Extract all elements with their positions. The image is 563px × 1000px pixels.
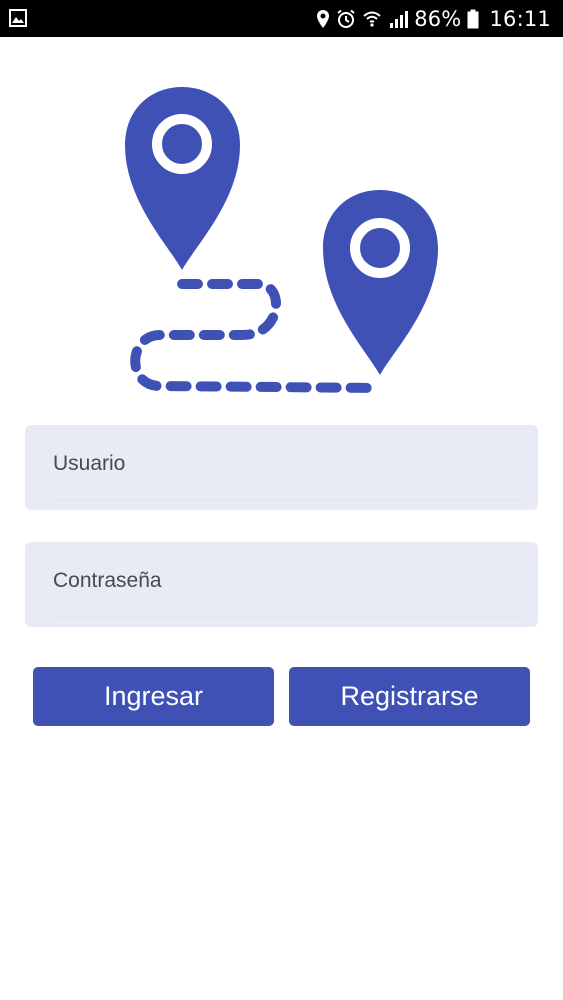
- wifi-icon: [363, 11, 381, 27]
- location-icon: [317, 9, 330, 28]
- password-field[interactable]: [25, 542, 538, 627]
- username-underline: [53, 500, 524, 501]
- status-bar: 86% 16:11: [0, 0, 563, 37]
- signal-icon: [390, 10, 409, 28]
- pin-right-icon: [323, 190, 438, 375]
- alarm-icon: [337, 9, 355, 28]
- image-icon: [9, 9, 27, 27]
- route-map-icon: [125, 87, 438, 393]
- password-underline: [53, 617, 524, 618]
- username-input[interactable]: [53, 443, 524, 485]
- battery-icon: [467, 9, 479, 28]
- status-right: 86% 16:11: [316, 0, 551, 37]
- login-button[interactable]: Ingresar: [33, 667, 274, 726]
- username-field[interactable]: [25, 425, 538, 510]
- status-time: 16:11: [489, 6, 551, 31]
- password-input[interactable]: [53, 560, 524, 602]
- battery-percent: 86%: [414, 6, 462, 31]
- register-button[interactable]: Registrarse: [289, 667, 530, 726]
